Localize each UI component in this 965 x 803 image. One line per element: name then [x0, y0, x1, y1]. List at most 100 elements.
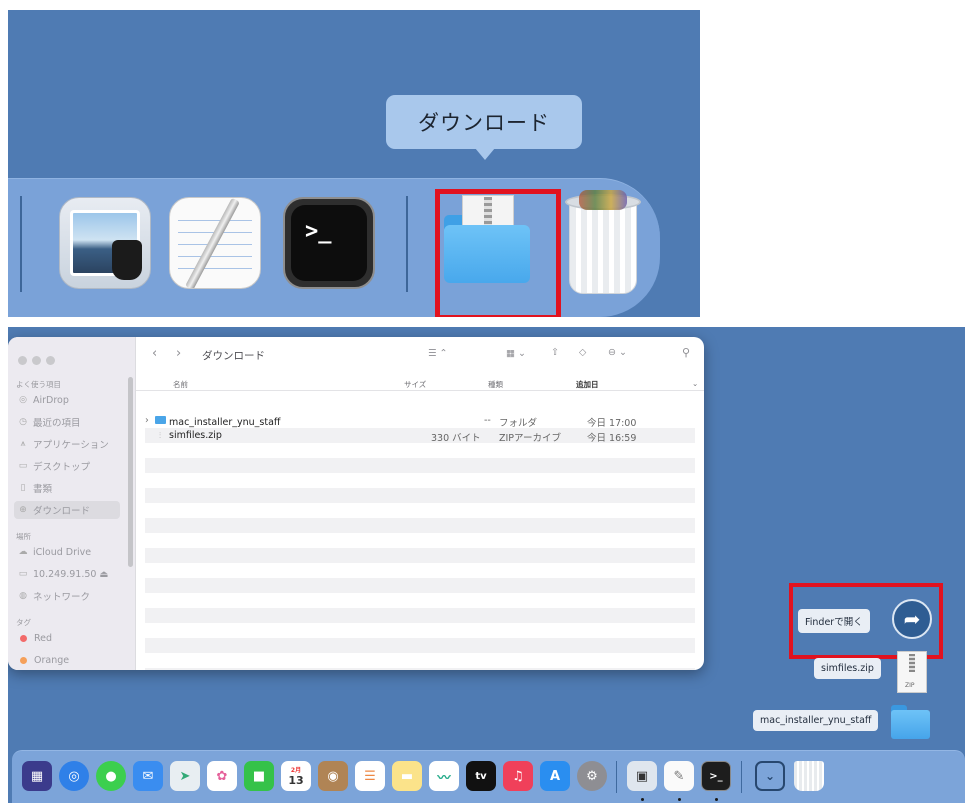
finder-toolbar: ‹ › ダウンロード ☰ ⌃ ▦ ⌄ ⇧ ◇ ⊖ ⌄ ⚲ — [136, 337, 704, 373]
trash-icon[interactable] — [794, 761, 824, 791]
preview-icon[interactable] — [59, 197, 151, 289]
sidebar-item-label: デスクトップ — [33, 462, 91, 473]
messages-icon[interactable]: ● — [96, 761, 126, 791]
preview-icon[interactable]: ▣ — [627, 761, 657, 791]
more-icon[interactable]: ⊖ ⌄ — [608, 347, 627, 358]
favorites-header: よく使う項目 — [16, 380, 61, 389]
sidebar-tag-red[interactable]: Red — [14, 629, 120, 647]
disclosure-icon[interactable]: › — [145, 415, 149, 426]
empty-row — [145, 458, 695, 473]
app-store-icon[interactable]: A — [540, 761, 570, 791]
freeform-icon[interactable]: 〰 — [429, 761, 459, 791]
empty-row — [145, 488, 695, 503]
empty-row — [145, 638, 695, 653]
group-icon[interactable]: ▦ ⌄ — [506, 348, 526, 359]
textedit-icon[interactable]: ✎ — [664, 761, 694, 791]
contacts-icon[interactable]: ◉ — [318, 761, 348, 791]
open-in-finder-button[interactable]: ➦ — [892, 599, 932, 639]
arrow-forward-icon: ➦ — [903, 607, 921, 631]
mail-icon[interactable]: ✉ — [133, 761, 163, 791]
maps-icon[interactable]: ➤ — [170, 761, 200, 791]
file-kind: フォルダ — [499, 418, 538, 429]
textedit-icon[interactable] — [169, 197, 261, 289]
locations-header: 場所 — [16, 532, 31, 541]
terminal-prompt: >_ — [305, 219, 332, 244]
table-row[interactable]: › mac_installer_ynu_staff -- フォルダ 今日 17:… — [145, 413, 695, 429]
safari-icon[interactable]: ◎ — [59, 761, 89, 791]
desktop: よく使う項目 ◎ AirDrop ◷ 最近の項目 ⩚ アプリケーション ▭ デスクトップ… — [8, 327, 965, 803]
chevron-down-icon[interactable]: ⌄ — [692, 379, 698, 388]
sidebar-item-network[interactable]: ◍ ネットワーク — [14, 587, 120, 605]
sidebar-item-recents[interactable]: ◷ 最近の項目 — [14, 413, 120, 431]
empty-row — [145, 548, 695, 563]
sidebar-item-airdrop[interactable]: ◎ AirDrop — [14, 391, 120, 409]
notes-icon[interactable]: ▬ — [392, 761, 422, 791]
folder-label[interactable]: mac_installer_ynu_staff — [753, 710, 879, 731]
sidebar-item-desktop[interactable]: ▭ デスクトップ — [14, 457, 120, 475]
file-kind: ZIPアーカイブ — [499, 433, 561, 444]
column-size[interactable]: サイズ — [404, 379, 426, 390]
airdrop-icon: ◎ — [19, 395, 27, 405]
sidebar-item-applications[interactable]: ⩚ アプリケーション — [14, 435, 120, 453]
close-button[interactable] — [18, 356, 27, 365]
sidebar-item-server[interactable]: ▭ 10.249.91.50 ⏏ — [14, 565, 120, 583]
sidebar-tag-orange[interactable]: Orange — [14, 651, 120, 669]
tv-icon[interactable]: tv — [466, 761, 496, 791]
finder-sidebar: よく使う項目 ◎ AirDrop ◷ 最近の項目 ⩚ アプリケーション ▭ デスクトップ… — [8, 337, 136, 670]
sidebar-item-label: ネットワーク — [33, 592, 91, 603]
tags-header: タグ — [16, 618, 31, 627]
trash-icon[interactable] — [563, 188, 643, 296]
tag-icon[interactable]: ◇ — [579, 347, 586, 358]
photos-icon[interactable]: ✿ — [207, 761, 237, 791]
minimize-button[interactable] — [32, 356, 41, 365]
column-header: 名前 サイズ 種類 追加日 ⌄ — [136, 375, 704, 391]
empty-row — [145, 578, 695, 593]
calendar-icon[interactable]: 2月 13 — [281, 761, 311, 791]
music-icon[interactable]: ♫ — [503, 761, 533, 791]
open-in-finder-label[interactable]: Finderで開く — [798, 609, 870, 633]
system-settings-icon[interactable]: ⚙ — [577, 761, 607, 791]
file-date: 今日 17:00 — [587, 418, 637, 429]
sidebar-item-label: iCloud Drive — [33, 546, 92, 558]
zoom-button[interactable] — [46, 356, 55, 365]
facetime-icon[interactable]: ■ — [244, 761, 274, 791]
launchpad-icon[interactable]: ▦ — [22, 761, 52, 791]
sidebar-item-documents[interactable]: ▯ 書類 — [14, 479, 120, 497]
window-title: ダウンロード — [202, 350, 265, 362]
sidebar-item-label: AirDrop — [33, 394, 69, 406]
desktop-icon: ▭ — [18, 461, 28, 471]
dock: ▦ ◎ ● ✉ ➤ ✿ ■ 2月 13 ◉ ☰ ▬ 〰 tv ♫ A ⚙ ▣ ✎ … — [12, 750, 965, 803]
highlight-box — [435, 189, 561, 317]
share-icon[interactable]: ⇧ — [551, 347, 559, 358]
dock-tooltip: ダウンロード — [386, 95, 582, 149]
zip-file-icon[interactable]: ZIP — [897, 651, 927, 693]
folder-icon — [155, 416, 166, 424]
file-name: simfiles.zip — [169, 430, 222, 441]
file-date: 今日 16:59 — [587, 433, 637, 444]
sidebar-item-downloads[interactable]: ⊕ ダウンロード — [14, 501, 120, 519]
sidebar-item-icloud[interactable]: ☁ iCloud Drive — [14, 543, 120, 561]
sidebar-item-label: Red — [34, 632, 53, 644]
search-icon[interactable]: ⚲ — [682, 346, 690, 359]
terminal-icon[interactable]: >_ — [701, 761, 731, 791]
table-row[interactable]: ⫶ simfiles.zip 330 バイト ZIPアーカイブ 今日 16:59 — [145, 428, 695, 444]
sidebar-scrollbar[interactable] — [128, 377, 133, 567]
zip-file-label[interactable]: simfiles.zip — [814, 658, 881, 679]
zip-file-icon: ⫶ — [159, 431, 161, 440]
reminders-icon[interactable]: ☰ — [355, 761, 385, 791]
back-button[interactable]: ‹ — [152, 346, 157, 361]
column-kind[interactable]: 種類 — [488, 379, 503, 390]
downloads-stack-icon[interactable]: ⌄ — [755, 761, 785, 791]
empty-row — [145, 608, 695, 623]
column-name[interactable]: 名前 — [173, 379, 188, 390]
forward-button[interactable]: › — [176, 346, 181, 361]
folder-icon[interactable] — [890, 705, 930, 739]
column-date-added[interactable]: 追加日 — [576, 379, 599, 390]
empty-row — [145, 668, 695, 670]
list-view-icon[interactable]: ☰ ⌃ — [428, 348, 448, 359]
zoomed-dock-panel: ダウンロード >_ — [8, 10, 700, 317]
terminal-icon[interactable]: >_ — [283, 197, 375, 289]
sidebar-item-label: 書類 — [33, 484, 53, 495]
orange-tag-dot — [20, 656, 27, 664]
dock-separator — [741, 761, 742, 793]
